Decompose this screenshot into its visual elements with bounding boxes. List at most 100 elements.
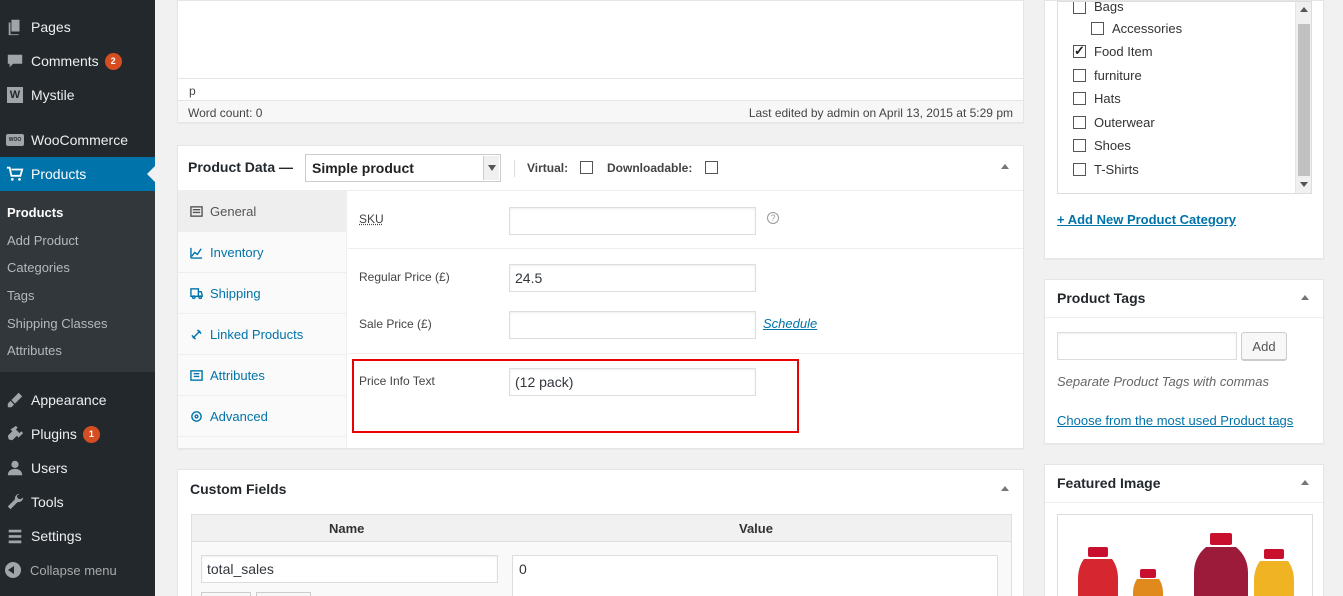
sale-price-input[interactable] <box>509 311 756 339</box>
content-editor: p Word count: 0 Last edited by admin on … <box>177 0 1024 123</box>
custom-field-name-input[interactable] <box>201 555 498 583</box>
featured-image-toggle[interactable] <box>1301 480 1309 485</box>
comments-count-badge: 2 <box>104 52 122 70</box>
category-checkbox-outerwear[interactable] <box>1073 116 1086 129</box>
product-data-header: Product Data — Simple product Virtual: D… <box>178 146 1023 191</box>
scroll-up-icon[interactable] <box>1300 7 1308 12</box>
scroll-thumb[interactable] <box>1298 24 1310 176</box>
category-checkbox-food-item[interactable] <box>1073 43 1086 59</box>
custom-fields-toggle[interactable] <box>1001 486 1009 491</box>
menu-comments[interactable]: Comments 2 <box>0 44 155 78</box>
submenu-attributes[interactable]: Attributes <box>7 343 62 358</box>
add-category-link[interactable]: + Add New Product Category <box>1057 212 1236 227</box>
category-label: Outerwear <box>1094 115 1155 130</box>
menu-mystile-label: Mystile <box>31 87 75 103</box>
submenu-products[interactable]: Products <box>7 205 63 220</box>
editor-text-area[interactable] <box>178 1 1023 79</box>
last-edited: Last edited by admin on April 13, 2015 a… <box>748 106 1013 120</box>
category-checkbox-hats[interactable] <box>1073 92 1086 105</box>
product-tags-toggle[interactable] <box>1301 295 1309 300</box>
link-icon <box>189 328 203 341</box>
product-categories-box: Bags Accessories Food Item furniture Hat… <box>1044 0 1324 259</box>
category-checkbox-furniture[interactable] <box>1073 69 1086 82</box>
menu-tools[interactable]: Tools <box>0 485 155 519</box>
menu-pages-label: Pages <box>31 19 71 35</box>
tags-hint: Separate Product Tags with commas <box>1057 374 1269 389</box>
tab-inventory[interactable]: Inventory <box>178 232 346 273</box>
help-icon[interactable]: ? <box>767 212 779 224</box>
menu-comments-label: Comments <box>31 53 99 69</box>
product-data-toggle[interactable] <box>1001 164 1009 169</box>
featured-image-box: Featured Image <box>1044 464 1324 596</box>
tab-linked-products[interactable]: Linked Products <box>178 314 346 355</box>
divider <box>348 353 1023 354</box>
featured-image-title: Featured Image <box>1057 475 1161 491</box>
scroll-down-icon[interactable] <box>1300 182 1308 187</box>
menu-plugins-label: Plugins <box>31 426 77 442</box>
category-checkbox-bags[interactable] <box>1073 2 1086 14</box>
menu-woocommerce[interactable]: WOO WooCommerce <box>0 123 155 157</box>
brush-icon <box>4 389 26 411</box>
menu-products[interactable]: Products <box>0 157 155 191</box>
update-button[interactable] <box>256 592 311 596</box>
virtual-label: Virtual: <box>527 161 569 175</box>
category-label: Hats <box>1094 91 1121 106</box>
submenu-add-product[interactable]: Add Product <box>7 233 79 248</box>
menu-appearance[interactable]: Appearance <box>0 383 155 417</box>
sale-price-label: Sale Price (£) <box>359 317 432 331</box>
divider <box>1045 317 1323 318</box>
menu-settings[interactable]: Settings <box>0 519 155 553</box>
add-tag-button[interactable]: Add <box>1241 332 1287 360</box>
submenu-categories[interactable]: Categories <box>7 260 70 275</box>
products-submenu: Products Add Product Categories Tags Shi… <box>0 191 155 372</box>
gear-icon <box>189 410 203 423</box>
featured-image-thumbnail[interactable] <box>1057 514 1313 596</box>
regular-price-input[interactable] <box>509 264 756 292</box>
tab-advanced-label: Advanced <box>210 408 268 424</box>
custom-fields-table: Name Value 0 <box>191 514 1012 596</box>
menu-users-label: Users <box>31 460 68 476</box>
attributes-icon <box>189 369 203 382</box>
collapse-menu-button[interactable]: Collapse menu <box>0 556 155 584</box>
menu-plugins[interactable]: Plugins 1 <box>0 417 155 451</box>
category-checkbox-t-shirts[interactable] <box>1073 163 1086 176</box>
category-label: Accessories <box>1112 21 1183 36</box>
tab-shipping[interactable]: Shipping <box>178 273 346 314</box>
col-value-header: Value <box>739 521 773 536</box>
tab-inventory-label: Inventory <box>210 244 264 260</box>
downloadable-checkbox[interactable] <box>705 161 718 174</box>
category-checkbox-shoes[interactable] <box>1073 139 1086 152</box>
comments-icon <box>4 50 26 72</box>
custom-field-value-textarea[interactable]: 0 <box>512 555 998 596</box>
general-icon <box>189 205 203 218</box>
virtual-checkbox[interactable] <box>580 161 593 174</box>
editor-path: p <box>189 84 196 98</box>
submenu-tags[interactable]: Tags <box>7 288 34 303</box>
choose-tags-link[interactable]: Choose from the most used Product tags <box>1057 413 1293 428</box>
new-tag-input[interactable] <box>1057 332 1237 360</box>
schedule-link[interactable]: Schedule <box>763 316 817 331</box>
category-label: T-Shirts <box>1094 162 1139 177</box>
tab-advanced[interactable]: Advanced <box>178 396 346 437</box>
product-type-select[interactable]: Simple product <box>305 154 501 182</box>
category-label: Food Item <box>1094 44 1153 59</box>
price-info-highlight <box>352 359 799 433</box>
category-label: Bags <box>1094 1 1124 14</box>
tab-general[interactable]: General <box>178 191 346 232</box>
sku-input[interactable] <box>509 207 756 235</box>
menu-mystile[interactable]: W Mystile <box>0 78 155 112</box>
menu-pages[interactable]: Pages <box>0 10 155 44</box>
category-checkbox-accessories[interactable] <box>1091 22 1104 35</box>
menu-settings-label: Settings <box>31 528 82 544</box>
submenu-shipping-classes[interactable]: Shipping Classes <box>7 316 107 331</box>
woo-glyph: WOO <box>6 134 24 146</box>
category-scrollbar[interactable] <box>1295 2 1311 193</box>
product-data-tabs: General Inventory Shipping Linked Produc… <box>178 191 347 448</box>
delete-button[interactable] <box>201 592 251 596</box>
menu-users[interactable]: Users <box>0 451 155 485</box>
product-type-value: Simple product <box>312 160 414 176</box>
tab-attributes[interactable]: Attributes <box>178 355 346 396</box>
product-data-title: Product Data — <box>188 159 294 175</box>
sku-label: SKU <box>359 212 384 226</box>
chevron-down-icon <box>483 156 499 180</box>
